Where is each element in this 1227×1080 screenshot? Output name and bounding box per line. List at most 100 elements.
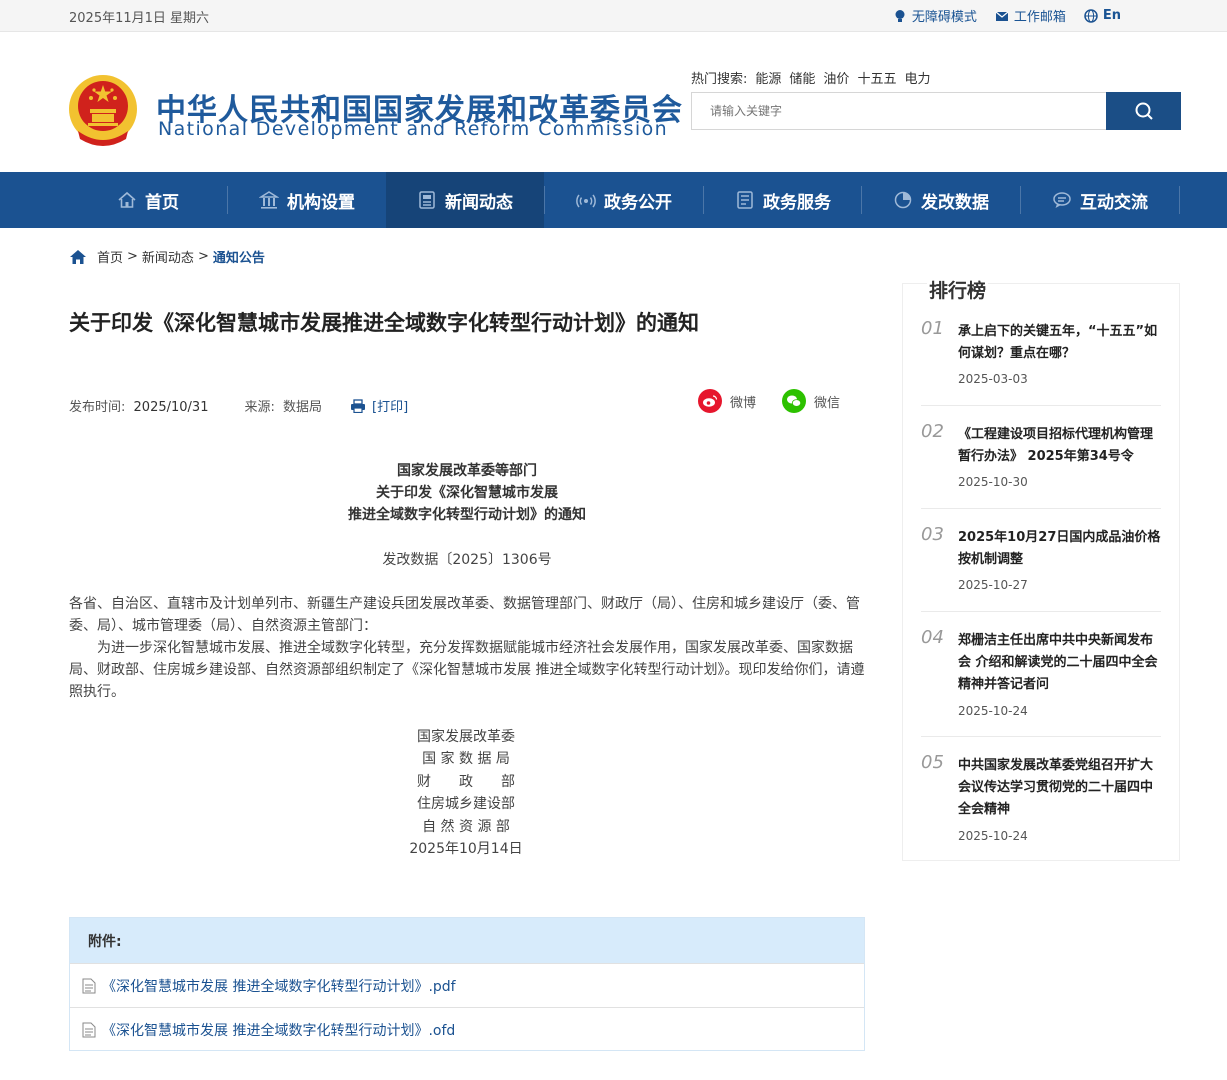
document-heading: 国家发展改革委等部门 关于印发《深化智慧城市发展 推进全域数字化转型行动计划》的… bbox=[69, 460, 865, 526]
accessibility-label: 无障碍模式 bbox=[911, 10, 977, 25]
share-bar: 微博 微信 bbox=[698, 389, 840, 413]
ranking-divider bbox=[921, 405, 1161, 406]
attachments-panel: 附件: 《深化智慧城市发展 推进全域数字化转型行动计划》.pdf 《深化智慧城市… bbox=[69, 917, 865, 1051]
mail-icon bbox=[995, 11, 1009, 21]
site-header: 中华人民共和国国家发展和改革委员会 National Development a… bbox=[0, 33, 1227, 172]
heading-line: 国家发展改革委等部门 bbox=[397, 463, 537, 479]
weibo-icon bbox=[698, 389, 722, 413]
mail-link[interactable]: 工作邮箱 bbox=[995, 6, 1066, 25]
nav-item-services[interactable]: 政务服务 bbox=[704, 172, 862, 228]
ranking-item-title[interactable]: 2025年10月27日国内成品油价格按机制调整 bbox=[958, 527, 1162, 571]
building-icon bbox=[259, 191, 279, 209]
home-icon[interactable] bbox=[69, 249, 87, 265]
ranking-item-title[interactable]: 中共国家发展改革委党组召开扩大会议传达学习贯彻党的二十届四中全会精神 bbox=[958, 755, 1162, 821]
article-title: 关于印发《深化智慧城市发展推进全域数字化转型行动计划》的通知 bbox=[69, 311, 699, 335]
signature-block: 国家发展改革委 国 家 数 据 局 财 政 部 住房城乡建设部 自 然 资 源 … bbox=[380, 726, 552, 860]
body-paragraph: 为进一步深化智慧城市发展、推进全域数字化转型，充分发挥数据赋能城市经济社会发展作… bbox=[69, 640, 865, 700]
ranking-title: 排行榜 bbox=[927, 276, 989, 303]
ranking-number: 01 bbox=[921, 318, 944, 339]
source-label: 来源: bbox=[244, 400, 275, 415]
print-button[interactable]: [打印] bbox=[350, 396, 408, 415]
sign-date: 2025年10月14日 bbox=[409, 841, 523, 858]
article-meta: 发布时间: 2025/10/31 来源: 数据局 [打印] bbox=[69, 396, 408, 415]
ranking-item-title[interactable]: 《工程建设项目招标代理机构管理暂行办法》 2025年第34号令 bbox=[958, 424, 1162, 468]
ranking-divider bbox=[921, 508, 1161, 509]
home-icon bbox=[118, 191, 136, 208]
accessibility-link[interactable]: 无障碍模式 bbox=[893, 6, 977, 25]
ranking-item-date: 2025-10-24 bbox=[958, 829, 1028, 843]
english-link[interactable]: En bbox=[1084, 6, 1121, 25]
globe-icon bbox=[1084, 8, 1098, 23]
file-icon bbox=[82, 1022, 96, 1037]
nav-item-news[interactable]: 新闻动态 bbox=[386, 172, 544, 228]
nav-item-data[interactable]: 发改数据 bbox=[862, 172, 1020, 228]
signal-icon bbox=[576, 194, 596, 208]
body-paragraph: 各省、自治区、直辖市及计划单列市、新疆生产建设兵团发展改革委、数据管理部门、财政… bbox=[69, 596, 860, 634]
ranking-number: 03 bbox=[921, 524, 944, 545]
national-emblem-icon[interactable] bbox=[68, 73, 138, 147]
hot-term[interactable]: 电力 bbox=[904, 68, 930, 87]
site-title-en: National Development and Reform Commissi… bbox=[158, 118, 669, 140]
nav-label: 发改数据 bbox=[921, 192, 989, 213]
hot-term[interactable]: 十五五 bbox=[857, 68, 896, 87]
nav-label: 新闻动态 bbox=[445, 192, 513, 213]
signer: 自 然 资 源 部 bbox=[422, 818, 510, 835]
nav-label: 互动交流 bbox=[1080, 192, 1148, 213]
ranking-divider bbox=[921, 611, 1161, 612]
ranking-item-title[interactable]: 郑栅洁主任出席中共中央新闻发布会 介绍和解读党的二十届四中全会精神并答记者问 bbox=[958, 630, 1162, 696]
bulb-icon bbox=[895, 9, 905, 22]
breadcrumb-home[interactable]: 首页 bbox=[97, 247, 123, 266]
attachment-link-ofd[interactable]: 《深化智慧城市发展 推进全域数字化转型行动计划》.ofd bbox=[70, 1007, 864, 1051]
signer: 国 家 数 据 局 bbox=[422, 751, 510, 768]
nav-label: 政务公开 bbox=[604, 192, 672, 213]
publish-time: 发布时间: 2025/10/31 bbox=[69, 396, 208, 415]
nav-item-home[interactable]: 首页 bbox=[69, 172, 227, 228]
ranking-item-date: 2025-10-24 bbox=[958, 704, 1028, 718]
nav-label: 机构设置 bbox=[287, 192, 355, 213]
breadcrumb-current[interactable]: 通知公告 bbox=[213, 247, 265, 266]
nav-label: 首页 bbox=[145, 192, 179, 213]
attachment-name: 《深化智慧城市发展 推进全域数字化转型行动计划》.pdf bbox=[102, 978, 456, 995]
ranking-item-title[interactable]: 承上启下的关键五年，“十五五”如何谋划？重点在哪？ bbox=[958, 321, 1162, 365]
breadcrumb-sep: > bbox=[127, 249, 138, 264]
ranking-divider bbox=[921, 736, 1161, 737]
publish-date: 2025/10/31 bbox=[133, 400, 209, 415]
pie-chart-icon bbox=[894, 191, 912, 209]
nav-item-gov-affairs[interactable]: 政务公开 bbox=[545, 172, 703, 228]
breadcrumb: 首页 > 新闻动态 > 通知公告 bbox=[69, 247, 265, 266]
document-icon bbox=[737, 191, 753, 209]
main-nav: 首页 机构设置 新闻动态 政务公开 政务服务 发改数据 互动交流 bbox=[0, 172, 1227, 228]
current-date: 2025年11月1日 星期六 bbox=[69, 11, 210, 26]
attachment-name: 《深化智慧城市发展 推进全域数字化转型行动计划》.ofd bbox=[102, 1022, 456, 1039]
hot-search-label: 热门搜索: bbox=[691, 72, 748, 87]
ranking-number: 05 bbox=[921, 752, 944, 773]
signer: 住房城乡建设部 bbox=[417, 796, 515, 813]
article-body: 各省、自治区、直辖市及计划单列市、新疆生产建设兵团发展改革委、数据管理部门、财政… bbox=[69, 593, 865, 703]
hot-term[interactable]: 储能 bbox=[789, 68, 815, 87]
breadcrumb-news[interactable]: 新闻动态 bbox=[142, 247, 194, 266]
breadcrumb-sep: > bbox=[197, 249, 209, 264]
nav-item-interaction[interactable]: 互动交流 bbox=[1021, 172, 1179, 228]
attachment-link-pdf[interactable]: 《深化智慧城市发展 推进全域数字化转型行动计划》.pdf bbox=[70, 963, 864, 1007]
publish-label: 发布时间: bbox=[69, 400, 126, 415]
nav-label: 政务服务 bbox=[763, 192, 831, 213]
chat-icon bbox=[1053, 192, 1071, 208]
nav-divider bbox=[1179, 186, 1180, 214]
hot-search: 热门搜索: 能源 储能 油价 十五五 电力 bbox=[691, 68, 930, 87]
hot-term[interactable]: 能源 bbox=[755, 68, 781, 87]
print-label: [打印] bbox=[372, 400, 409, 415]
search-input[interactable] bbox=[692, 93, 1106, 129]
hot-term[interactable]: 油价 bbox=[823, 68, 849, 87]
share-wechat[interactable]: 微信 bbox=[782, 389, 840, 413]
ranking-panel: 排行榜 01 承上启下的关键五年，“十五五”如何谋划？重点在哪？ 2025-03… bbox=[902, 276, 1180, 861]
search-box bbox=[691, 92, 1181, 130]
ranking-item-date: 2025-10-27 bbox=[958, 578, 1028, 592]
heading-line: 关于印发《深化智慧城市发展 bbox=[376, 485, 558, 501]
article-source: 来源: 数据局 bbox=[244, 396, 322, 415]
signer: 财 政 部 bbox=[417, 773, 515, 790]
search-button[interactable] bbox=[1106, 92, 1181, 130]
nav-item-organization[interactable]: 机构设置 bbox=[228, 172, 386, 228]
printer-icon bbox=[351, 398, 366, 413]
share-weibo[interactable]: 微博 bbox=[698, 389, 756, 413]
file-icon bbox=[82, 978, 96, 993]
